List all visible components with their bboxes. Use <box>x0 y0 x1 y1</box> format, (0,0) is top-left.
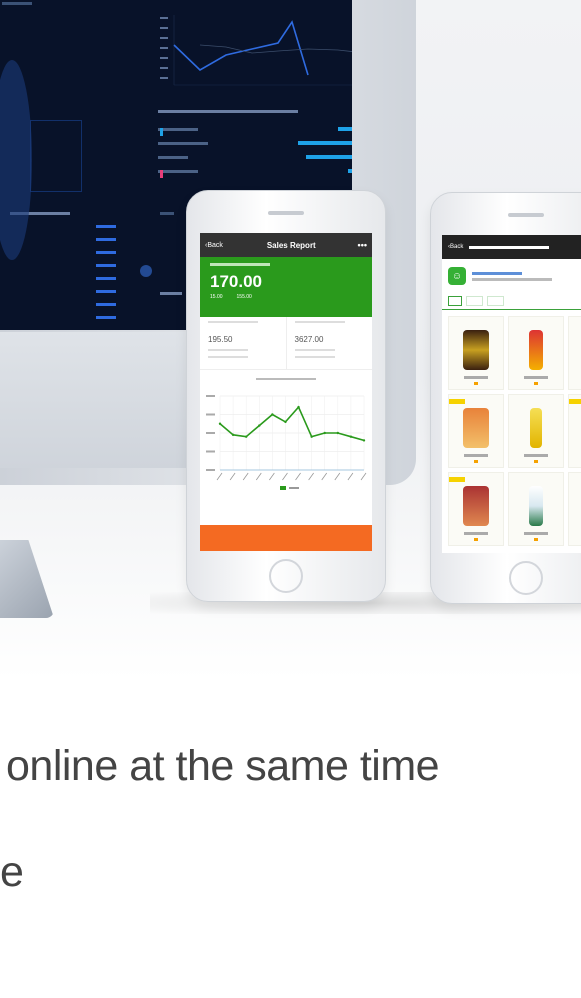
y-tick-label <box>206 432 215 434</box>
sales-point <box>297 405 300 409</box>
sales-series-line <box>219 405 365 442</box>
sales-point <box>258 424 261 427</box>
sales-point <box>323 431 326 435</box>
x-tick-label <box>295 472 301 481</box>
monitor-stand <box>0 540 54 618</box>
shop-header: ☺ <box>442 259 581 293</box>
profit-value: 155.00 <box>236 294 252 300</box>
product-card[interactable] <box>568 394 581 468</box>
sales-footer-bar <box>200 525 372 551</box>
product-card[interactable] <box>448 316 504 390</box>
home-button <box>269 559 303 593</box>
dashboard-bar-list <box>158 122 352 178</box>
sales-point <box>284 420 287 424</box>
x-tick-label <box>216 472 223 481</box>
dashboard-line-chart <box>160 15 352 86</box>
x-tick-label <box>334 472 341 481</box>
legend-label <box>289 487 299 489</box>
back-button[interactable]: ‹Back <box>205 242 251 249</box>
stat-right-value: 3627.00 <box>294 335 324 344</box>
x-tick-label <box>308 472 314 481</box>
sales-point <box>362 439 366 442</box>
y-tick-label <box>206 395 215 397</box>
x-tick-label <box>282 472 288 481</box>
product-card[interactable] <box>508 394 564 468</box>
y-tick-label <box>206 413 215 416</box>
home-button <box>509 561 543 595</box>
sales-point <box>231 433 235 437</box>
back-button[interactable]: ‹Back <box>448 244 463 250</box>
product-card[interactable] <box>568 472 581 546</box>
sales-chart-caption <box>200 378 372 384</box>
catalog-tab-1[interactable] <box>448 296 463 306</box>
sales-amount: 170.00 <box>210 272 262 291</box>
x-tick-label <box>347 472 354 481</box>
more-icon[interactable]: ••• <box>358 240 367 250</box>
sales-point <box>218 422 222 425</box>
phone-speaker <box>508 213 544 217</box>
sales-point <box>244 435 248 438</box>
catalog-tab-3[interactable] <box>487 296 505 306</box>
sales-report-title: Sales Report <box>266 240 316 250</box>
summary-caption <box>210 263 270 266</box>
catalog-navbar: ‹Back <box>442 235 581 259</box>
x-tick-label <box>255 472 262 481</box>
x-tick-label <box>360 472 367 481</box>
sales-summary-panel: 170.00 15.00 155.00 <box>200 257 372 317</box>
stat-left-value: 195.50 <box>208 335 233 344</box>
phone-product-catalog: ‹Back ☺ <box>430 192 581 604</box>
phone-speaker <box>268 211 304 215</box>
catalog-tabs[interactable] <box>442 293 581 310</box>
sales-point <box>271 413 274 416</box>
x-tick-label <box>229 472 236 481</box>
cost-value: 15.00 <box>210 294 223 300</box>
catalog-tab-2[interactable] <box>466 296 484 306</box>
x-tick-label <box>269 472 275 481</box>
sales-report-screen: ‹Back Sales Report ••• 170.00 15.00 155.… <box>200 233 372 551</box>
sales-point <box>349 435 353 438</box>
product-card[interactable] <box>568 316 581 390</box>
caption-line-2: e <box>0 848 24 896</box>
product-grid <box>442 310 581 552</box>
y-tick-label <box>206 469 215 471</box>
phone-sales-report: ‹Back Sales Report ••• 170.00 15.00 155.… <box>186 190 386 602</box>
product-card[interactable] <box>508 472 564 546</box>
hero-image: ‹Back Sales Report ••• 170.00 15.00 155.… <box>0 0 581 680</box>
x-tick-label <box>242 472 249 481</box>
sales-stats-grid: 195.50 3627.00 <box>200 317 372 370</box>
legend-swatch <box>280 486 286 490</box>
catalog-screen: ‹Back ☺ <box>442 235 581 553</box>
sales-line-chart <box>206 395 367 490</box>
product-card[interactable] <box>448 472 504 546</box>
stat-cell-left: 195.50 <box>200 317 287 369</box>
caption-line-1: online at the same time <box>6 742 440 790</box>
sales-report-navbar: ‹Back Sales Report ••• <box>200 233 372 257</box>
product-card[interactable] <box>448 394 504 468</box>
y-tick-label <box>206 450 215 453</box>
product-card[interactable] <box>508 316 564 390</box>
sales-point <box>336 431 340 435</box>
stat-cell-right: 3627.00 <box>287 317 373 369</box>
chat-icon: ☺ <box>448 267 466 285</box>
x-tick-label <box>321 472 328 481</box>
sales-point <box>310 435 313 438</box>
